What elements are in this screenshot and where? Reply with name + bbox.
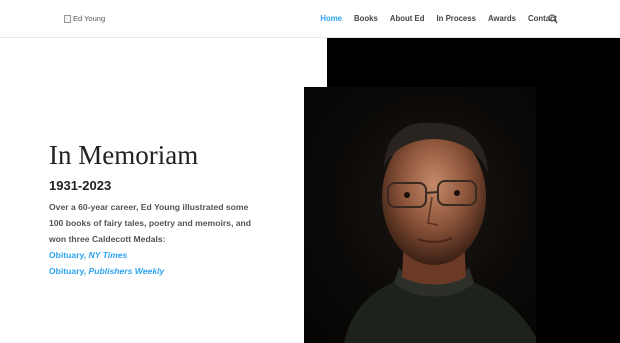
nav-item-home[interactable]: Home	[320, 14, 342, 23]
page-title: In Memoriam	[49, 140, 199, 170]
broken-image-icon	[64, 14, 71, 23]
logo-alt-text: Ed Young	[73, 14, 106, 23]
portrait-photo	[304, 87, 536, 343]
site-header: Ed Young Home Books About Ed In Process …	[0, 0, 620, 38]
obituary-link-nytimes[interactable]: Obituary, NY Times	[49, 247, 289, 263]
nav-item-awards[interactable]: Awards	[488, 14, 516, 23]
nav-item-books[interactable]: Books	[354, 14, 378, 23]
search-icon[interactable]	[548, 14, 558, 24]
obituary-link-publishers-weekly[interactable]: Obituary, Publishers Weekly	[49, 263, 289, 279]
obituary-links: Obituary, NY Times Obituary, Publishers …	[49, 247, 289, 279]
site-logo[interactable]: Ed Young	[64, 14, 105, 23]
main-nav: Home Books About Ed In Process Awards Co…	[308, 14, 557, 23]
nav-item-in-process[interactable]: In Process	[437, 14, 476, 23]
memoriam-description: Over a 60-year career, Ed Young illustra…	[49, 202, 252, 244]
memoriam-section: In Memoriam 1931-2023 Over a 60-year car…	[49, 138, 289, 279]
portrait-illustration	[344, 122, 536, 343]
life-years: 1931-2023	[49, 178, 112, 193]
nav-item-about-ed[interactable]: About Ed	[390, 14, 425, 23]
